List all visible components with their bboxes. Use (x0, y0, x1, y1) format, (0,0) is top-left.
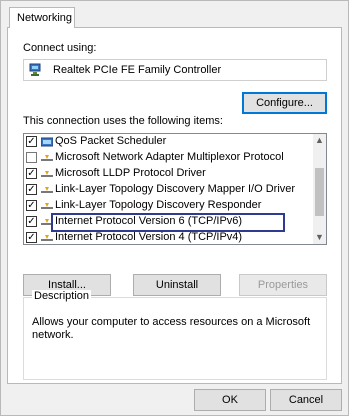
list-item[interactable]: ✓ Internet Protocol Version 6 (TCP/IPv6) (24, 214, 314, 230)
tab-networking[interactable]: Networking (9, 7, 75, 28)
list-scrollbar[interactable]: ▲ ▼ (313, 134, 326, 244)
protocol-icon (41, 171, 53, 177)
network-adapter-icon (29, 63, 41, 76)
scroll-down-icon[interactable]: ▼ (313, 231, 326, 244)
checkbox[interactable]: ✓ (26, 184, 37, 195)
list-item-label: QoS Packet Scheduler (55, 135, 167, 147)
scroll-thumb[interactable] (315, 168, 324, 216)
protocol-icon (41, 219, 53, 225)
list-item-label: Link-Layer Topology Discovery Responder (55, 199, 262, 211)
uninstall-button-label: Uninstall (155, 279, 199, 291)
list-item[interactable]: Microsoft Network Adapter Multiplexor Pr… (24, 150, 314, 166)
list-item-label: Microsoft Network Adapter Multiplexor Pr… (55, 151, 284, 163)
configure-button-label: Configure... (256, 97, 313, 109)
description-title: Description (32, 290, 92, 302)
tab-networking-label: Networking (17, 12, 73, 24)
list-item-label: Microsoft LLDP Protocol Driver (55, 167, 206, 179)
description-text: Allows your computer to access resources… (32, 316, 311, 341)
protocol-icon (41, 155, 53, 161)
cancel-button-label: Cancel (288, 394, 324, 406)
checkbox[interactable]: ✓ (26, 136, 37, 147)
properties-button[interactable]: Properties (239, 274, 327, 296)
checkbox[interactable]: ✓ (26, 232, 37, 243)
description-group: Description Allows your computer to acce… (23, 290, 327, 380)
list-item[interactable]: ✓ Internet Protocol Version 4 (TCP/IPv4) (24, 230, 314, 244)
list-item-label: Link-Layer Topology Discovery Mapper I/O… (55, 183, 296, 195)
protocol-icon (41, 187, 53, 193)
adapter-name: Realtek PCIe FE Family Controller (53, 64, 222, 76)
cancel-button[interactable]: Cancel (270, 389, 342, 411)
ok-button[interactable]: OK (194, 389, 266, 411)
scroll-up-icon[interactable]: ▲ (313, 134, 326, 147)
ok-button-label: OK (222, 394, 238, 406)
connect-using-label: Connect using: (23, 42, 97, 54)
qos-icon (41, 137, 53, 147)
list-item[interactable]: ✓ Microsoft LLDP Protocol Driver (24, 166, 314, 182)
items-label: This connection uses the following items… (23, 115, 223, 127)
checkbox[interactable]: ✓ (26, 216, 37, 227)
protocol-icon (41, 203, 53, 209)
uninstall-button[interactable]: Uninstall (133, 274, 221, 296)
list-item[interactable]: ✓ QoS Packet Scheduler (24, 134, 314, 150)
list-item-label: Internet Protocol Version 6 (TCP/IPv6) (55, 215, 243, 227)
list-item[interactable]: ✓ Link-Layer Topology Discovery Responde… (24, 198, 314, 214)
list-item[interactable]: ✓ Link-Layer Topology Discovery Mapper I… (24, 182, 314, 198)
configure-button[interactable]: Configure... (242, 92, 327, 114)
list-item-label: Internet Protocol Version 4 (TCP/IPv4) (55, 231, 243, 243)
checkbox[interactable]: ✓ (26, 168, 37, 179)
protocol-icon (41, 235, 53, 241)
networking-panel: Connect using: Realtek PCIe FE Family Co… (7, 27, 342, 384)
items-list[interactable]: ✓ QoS Packet Scheduler Microsoft Network… (23, 133, 327, 245)
properties-button-label: Properties (257, 279, 309, 291)
checkbox[interactable]: ✓ (26, 200, 37, 211)
adapter-box: Realtek PCIe FE Family Controller (23, 59, 327, 81)
checkbox[interactable] (26, 152, 37, 163)
